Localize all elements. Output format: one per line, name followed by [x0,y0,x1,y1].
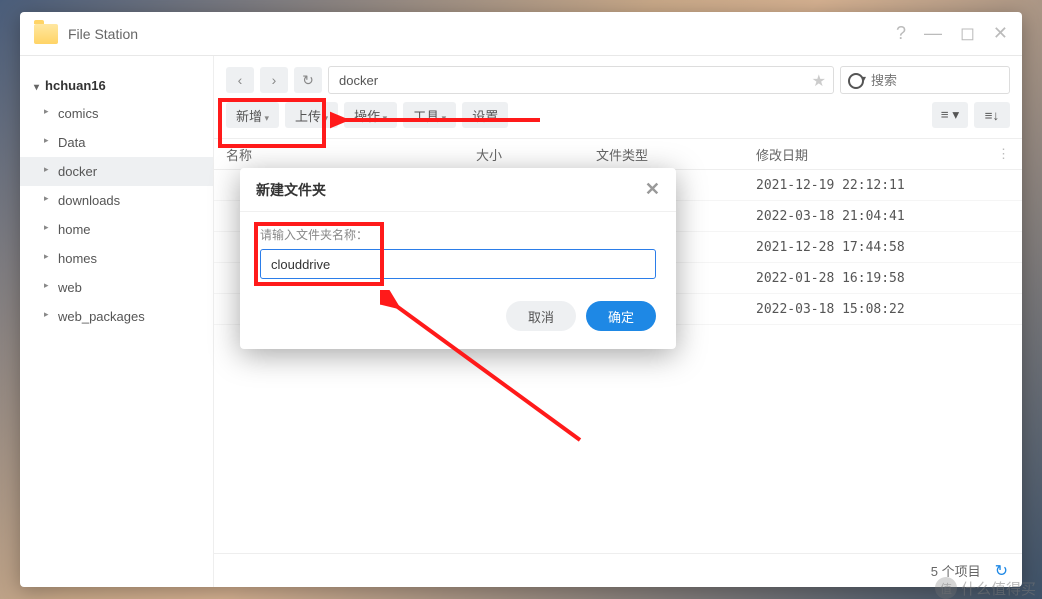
path-toolbar: ‹ › ↻ ★ [214,56,1022,102]
dialog-title: 新建文件夹 [256,180,326,200]
app-title: File Station [68,26,896,42]
sidebar-item-Data[interactable]: Data [20,128,213,157]
sidebar-item-downloads[interactable]: downloads [20,186,213,215]
favorite-icon[interactable]: ★ [812,71,826,91]
maximize-icon[interactable]: ◻ [960,23,975,44]
cancel-button[interactable]: 取消 [506,301,576,331]
th-more-icon[interactable]: ⋮ [997,146,1010,162]
sidebar: hchuan16 comicsDatadockerdownloadshomeho… [20,56,214,587]
sidebar-item-comics[interactable]: comics [20,99,213,128]
nav-forward-button[interactable]: › [260,67,288,93]
help-icon[interactable]: ? [896,23,906,44]
watermark: 什么值得买 [935,577,1036,599]
close-icon[interactable]: ✕ [993,23,1008,44]
new-folder-dialog: 新建文件夹 ✕ 请输入文件夹名称： 取消 确定 [240,168,676,349]
table-header: 名称 大小 文件类型 修改日期 ⋮ [214,138,1022,170]
tool-button[interactable]: 工具 [403,102,456,128]
sidebar-item-docker[interactable]: docker [20,157,213,186]
dialog-close-icon[interactable]: ✕ [645,179,660,200]
upload-button[interactable]: 上传 [285,102,338,128]
sort-button[interactable]: ≡↓ [974,102,1010,128]
tree-root[interactable]: hchuan16 [20,72,213,99]
view-list-button[interactable]: ≡ ▾ [932,102,968,128]
sidebar-item-home[interactable]: home [20,215,213,244]
th-size[interactable]: 大小 [476,145,596,164]
action-button[interactable]: 操作 [344,102,397,128]
dialog-label: 请输入文件夹名称： [260,226,656,243]
settings-button[interactable]: 设置 [462,102,508,128]
ok-button[interactable]: 确定 [586,301,656,331]
path-input[interactable] [328,66,834,94]
th-name[interactable]: 名称 [226,145,476,164]
reload-button[interactable]: ↻ [294,67,322,93]
statusbar: 5 个项目 ↻ [214,553,1022,587]
th-type[interactable]: 文件类型 [596,145,756,164]
sidebar-item-web[interactable]: web [20,273,213,302]
search-input[interactable] [840,66,1010,94]
minimize-icon[interactable]: — [924,23,942,44]
action-toolbar: 新增 上传 操作 工具 设置 ≡ ▾ ≡↓ [214,102,1022,138]
new-button[interactable]: 新增 [226,102,279,128]
sidebar-item-web_packages[interactable]: web_packages [20,302,213,331]
app-icon [34,24,58,44]
sidebar-item-homes[interactable]: homes [20,244,213,273]
nav-back-button[interactable]: ‹ [226,67,254,93]
th-date[interactable]: 修改日期 [756,145,997,164]
titlebar: File Station ? — ◻ ✕ [20,12,1022,56]
folder-name-input[interactable] [260,249,656,279]
